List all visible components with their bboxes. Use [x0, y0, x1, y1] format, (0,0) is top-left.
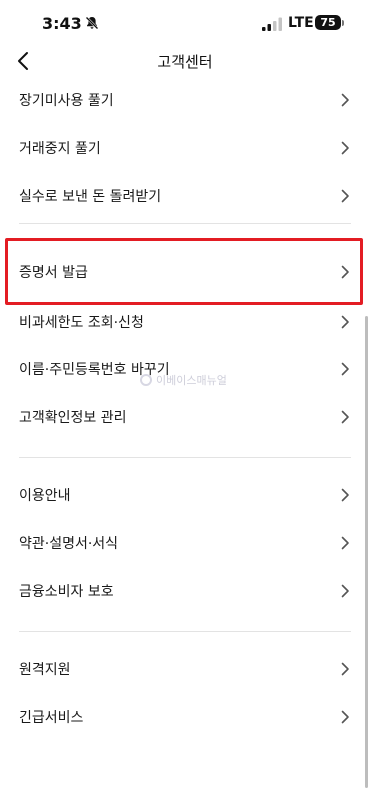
header: 고객센터	[0, 44, 370, 80]
section-divider	[19, 223, 351, 224]
menu-item-mistaken-transfer[interactable]: 실수로 보낸 돈 돌려받기	[0, 172, 370, 220]
menu-item-label: 긴급서비스	[19, 710, 84, 726]
watermark-logo-icon	[140, 374, 152, 386]
chevron-right-icon	[341, 410, 349, 424]
watermark-text: 이베이스매뉴얼	[156, 374, 227, 387]
menu-item-usage-guide[interactable]: 이용안내	[0, 471, 370, 519]
chevron-right-icon	[341, 315, 349, 329]
menu-item-consumer-protection[interactable]: 금융소비자 보호	[0, 567, 370, 615]
watermark: 이베이스매뉴얼	[140, 372, 227, 388]
menu-item-tax-exemption[interactable]: 비과세한도 조회·신청	[0, 298, 370, 346]
chevron-right-icon	[341, 662, 349, 676]
battery-indicator: 75	[315, 15, 341, 30]
status-time: 3:43	[42, 14, 82, 33]
chevron-right-icon	[341, 189, 349, 203]
menu-item-label: 실수로 보낸 돈 돌려받기	[19, 189, 162, 205]
menu-item-label: 고객확인정보 관리	[19, 410, 127, 426]
menu-item-emergency-service[interactable]: 긴급서비스	[0, 693, 370, 741]
battery-cap	[342, 20, 344, 26]
chevron-right-icon	[341, 265, 349, 279]
section-divider	[19, 457, 351, 458]
chevron-right-icon	[341, 710, 349, 724]
chevron-right-icon	[341, 584, 349, 598]
menu-item-label: 원격지원	[19, 662, 71, 678]
chevron-right-icon	[341, 141, 349, 155]
chevron-right-icon	[341, 536, 349, 550]
menu-item-remote-support[interactable]: 원격지원	[0, 645, 370, 693]
menu-item-label: 금융소비자 보호	[19, 584, 114, 600]
page-title: 고객센터	[157, 53, 213, 71]
menu-item-label: 장기미사용 풀기	[19, 93, 114, 109]
menu-item-certificate-issuance[interactable]: 증명서 발급	[0, 248, 370, 296]
menu-item-dormant-account[interactable]: 장기미사용 풀기	[0, 76, 370, 124]
menu-item-label: 비과세한도 조회·신청	[19, 315, 144, 331]
menu-item-customer-info[interactable]: 고객확인정보 관리	[0, 393, 370, 441]
network-type: LTE	[288, 15, 314, 31]
chevron-right-icon	[341, 362, 349, 376]
status-bar: 3:43 LTE 75	[0, 0, 370, 48]
section-divider	[19, 631, 351, 632]
menu-item-label: 약관·설명서·서식	[19, 536, 119, 552]
chevron-right-icon	[341, 488, 349, 502]
menu-item-label: 거래중지 풀기	[19, 141, 101, 157]
chevron-right-icon	[341, 93, 349, 107]
bell-slash-icon	[85, 16, 99, 30]
menu-item-label: 증명서 발급	[19, 265, 88, 281]
menu-item-label: 이용안내	[19, 488, 71, 504]
scrollbar[interactable]	[365, 316, 368, 788]
menu-item-transaction-suspension[interactable]: 거래중지 풀기	[0, 124, 370, 172]
signal-icon	[262, 17, 282, 31]
menu-item-terms-forms[interactable]: 약관·설명서·서식	[0, 519, 370, 567]
